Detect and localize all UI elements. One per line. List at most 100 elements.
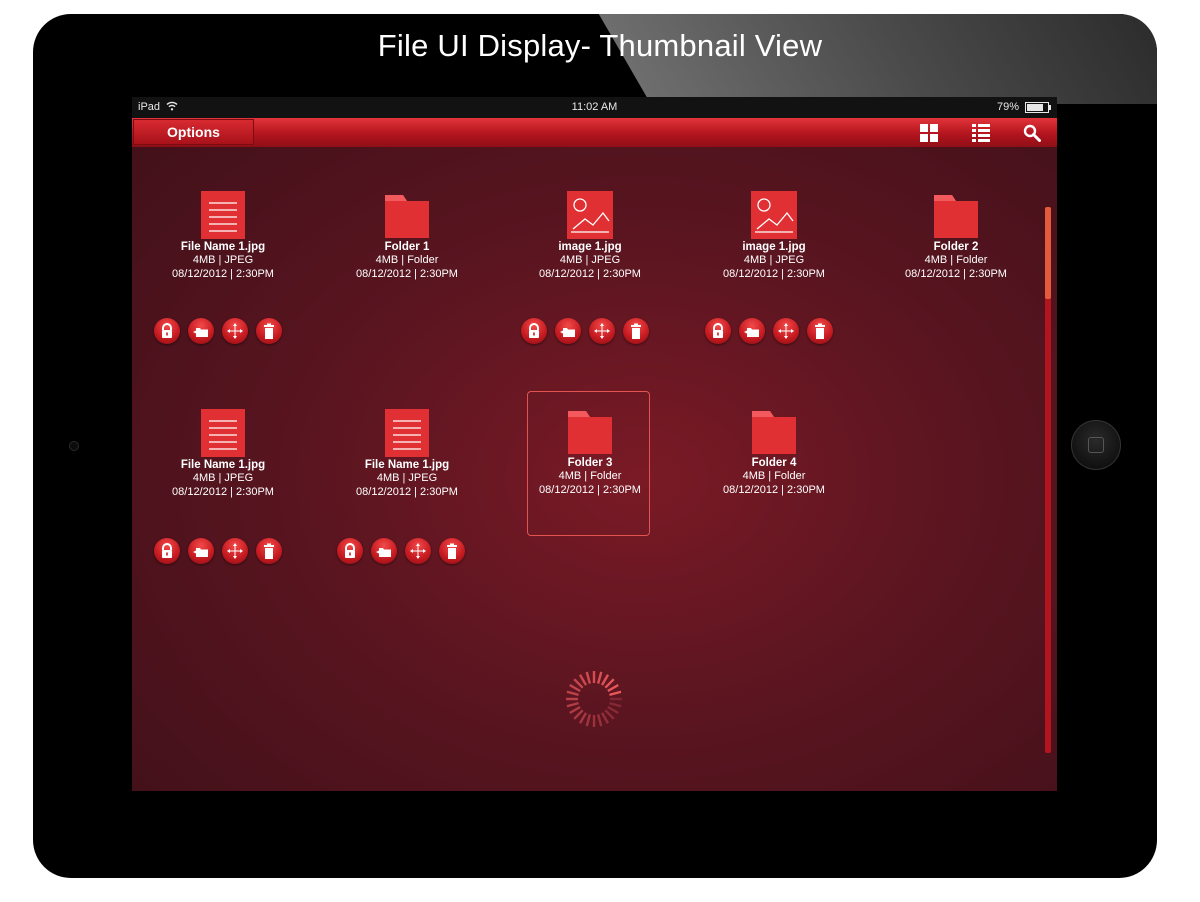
file-actions	[705, 318, 833, 344]
file-name: image 1.jpg	[558, 241, 622, 253]
spinner-tick	[609, 701, 622, 708]
list-view-icon[interactable]	[972, 124, 990, 142]
options-button[interactable]: Options	[133, 119, 254, 145]
lock-button[interactable]	[521, 318, 547, 344]
move-button[interactable]	[405, 538, 431, 564]
spinner-tick	[596, 714, 603, 727]
spinner-tick	[607, 683, 619, 693]
spinner-tick	[600, 674, 610, 686]
page-title: File UI Display- Thumbnail View	[377, 28, 823, 63]
file-meta: 4MB | JPEG	[743, 254, 805, 266]
status-battery: 79%	[996, 101, 1051, 113]
image-icon	[751, 191, 797, 239]
battery-label: 79%	[996, 101, 1019, 113]
file-name: Folder 4	[751, 457, 797, 469]
file-actions	[154, 538, 282, 564]
status-time: 11:02 AM	[571, 101, 618, 113]
spinner-icon	[566, 671, 622, 727]
status-bar: iPad 11:02 AM 79%	[132, 97, 1057, 118]
spinner-tick	[607, 705, 619, 715]
delete-button[interactable]	[807, 318, 833, 344]
file-meta: 4MB | Folder	[742, 470, 806, 482]
move-button[interactable]	[222, 538, 248, 564]
file-date: 08/12/2012 | 2:30PM	[539, 484, 641, 496]
file-actions	[154, 318, 282, 344]
folder-icon	[385, 195, 429, 238]
scrollbar-thumb[interactable]	[1045, 207, 1051, 299]
toolbar: Options	[132, 118, 1057, 147]
delete-button[interactable]	[256, 318, 282, 344]
move-to-folder-button[interactable]	[188, 538, 214, 564]
spinner-tick	[566, 701, 579, 708]
spinner-tick	[566, 690, 579, 697]
spinner-tick	[604, 678, 615, 689]
file-meta: 4MB | JPEG	[192, 254, 254, 266]
file-tile[interactable]: File Name 1.jpg 4MB | JPEG 08/12/2012 | …	[161, 191, 285, 281]
file-tile[interactable]: File Name 1.jpg 4MB | JPEG 08/12/2012 | …	[345, 409, 469, 499]
file-meta: 4MB | Folder	[924, 254, 988, 266]
spinner-tick	[585, 671, 592, 684]
lock-button[interactable]	[337, 538, 363, 564]
folder-tile[interactable]: Folder 2 4MB | Folder 08/12/2012 | 2:30P…	[894, 191, 1018, 281]
folder-tile[interactable]: Folder 1 4MB | Folder 08/12/2012 | 2:30P…	[345, 191, 469, 281]
file-date: 08/12/2012 | 2:30PM	[172, 486, 274, 498]
file-actions	[521, 318, 649, 344]
spinner-tick	[573, 709, 584, 720]
app-screen: iPad 11:02 AM 79% Options File Name 1.jp…	[132, 97, 1057, 791]
file-date: 08/12/2012 | 2:30PM	[723, 484, 825, 496]
camera-icon	[69, 441, 79, 451]
spinner-tick	[578, 674, 588, 686]
file-name: File Name 1.jpg	[364, 459, 450, 471]
file-date: 08/12/2012 | 2:30PM	[172, 268, 274, 280]
move-to-folder-button[interactable]	[188, 318, 214, 344]
move-button[interactable]	[589, 318, 615, 344]
home-button[interactable]	[1071, 420, 1121, 470]
file-meta: 4MB | Folder	[558, 470, 622, 482]
folder-icon	[568, 411, 612, 454]
folder-icon	[934, 195, 978, 238]
folder-tile-selected[interactable]: Folder 3 4MB | Folder 08/12/2012 | 2:30P…	[528, 407, 652, 497]
lock-button[interactable]	[154, 318, 180, 344]
move-button[interactable]	[222, 318, 248, 344]
spinner-tick	[573, 678, 584, 689]
file-date: 08/12/2012 | 2:30PM	[356, 486, 458, 498]
file-actions	[337, 538, 465, 564]
file-date: 08/12/2012 | 2:30PM	[723, 268, 825, 280]
delete-button[interactable]	[623, 318, 649, 344]
image-tile[interactable]: image 1.jpg 4MB | JPEG 08/12/2012 | 2:30…	[528, 191, 652, 281]
spinner-tick	[596, 671, 603, 684]
file-date: 08/12/2012 | 2:30PM	[539, 268, 641, 280]
lock-button[interactable]	[705, 318, 731, 344]
spinner-tick	[569, 683, 581, 693]
spinner-tick	[604, 709, 615, 720]
file-name: File Name 1.jpg	[180, 241, 266, 253]
folder-icon	[752, 411, 796, 454]
move-button[interactable]	[773, 318, 799, 344]
file-tile[interactable]: File Name 1.jpg 4MB | JPEG 08/12/2012 | …	[161, 409, 285, 499]
lock-button[interactable]	[154, 538, 180, 564]
move-to-folder-button[interactable]	[371, 538, 397, 564]
file-name: Folder 2	[933, 241, 979, 253]
document-icon	[201, 191, 245, 239]
spinner-tick	[609, 690, 622, 697]
search-icon[interactable]	[1023, 124, 1041, 142]
spinner-tick	[578, 712, 588, 724]
grid-view-icon[interactable]	[920, 124, 938, 142]
document-icon	[385, 409, 429, 457]
delete-button[interactable]	[256, 538, 282, 564]
image-tile[interactable]: image 1.jpg 4MB | JPEG 08/12/2012 | 2:30…	[712, 191, 836, 281]
battery-icon	[1025, 101, 1051, 113]
file-date: 08/12/2012 | 2:30PM	[905, 268, 1007, 280]
document-icon	[201, 409, 245, 457]
file-meta: 4MB | Folder	[375, 254, 439, 266]
spinner-tick	[600, 712, 610, 724]
image-icon	[567, 191, 613, 239]
move-to-folder-button[interactable]	[739, 318, 765, 344]
spinner-tick	[569, 705, 581, 715]
move-to-folder-button[interactable]	[555, 318, 581, 344]
file-meta: 4MB | JPEG	[376, 472, 438, 484]
spinner-tick	[585, 714, 592, 727]
folder-tile[interactable]: Folder 4 4MB | Folder 08/12/2012 | 2:30P…	[712, 407, 836, 497]
delete-button[interactable]	[439, 538, 465, 564]
file-date: 08/12/2012 | 2:30PM	[356, 268, 458, 280]
